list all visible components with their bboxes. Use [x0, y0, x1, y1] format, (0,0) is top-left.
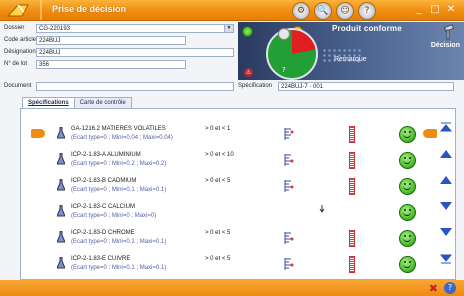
row-down-icon[interactable] — [440, 202, 452, 210]
dossier-value: CG-220193 — [39, 26, 71, 32]
gauge-icon — [284, 180, 294, 192]
first-row-icon[interactable] — [440, 122, 452, 132]
row-detail: (Ecart type=0 ; Mini=0.2 ; Maxi=0.2) — [71, 161, 167, 167]
row-name: ICP-2-1.83-A ALUMINIUM — [71, 152, 141, 158]
document-label: Document — [4, 83, 32, 89]
flask-icon — [57, 205, 65, 217]
specifications-panel: GA-1216.2 MATIERES VOLATILES (Ecart type… — [20, 108, 456, 280]
conform-smiley-icon — [399, 126, 416, 143]
row-detail: (Ecart type=0 ; Mini=0 ; Maxi=0) — [71, 213, 157, 219]
row-name: ICP-2-1.83-C CALCIUM — [71, 204, 136, 210]
flask-icon — [57, 153, 65, 165]
toolbar-icons: ⚙ 🔍 ☺ ? — [292, 2, 376, 20]
status-bar: ✖ ? — [0, 280, 464, 296]
unknown-status-label: ? — [282, 66, 286, 74]
title-bar: Prise de décision ⚙ 🔍 ☺ ? _ □ ✕ — [0, 0, 464, 21]
flask-icon — [57, 127, 65, 139]
result-bar — [349, 230, 355, 247]
row-name: GA-1216.2 MATIERES VOLATILES — [71, 126, 166, 132]
title-separator — [40, 0, 42, 20]
pointer-hand-icon — [31, 129, 45, 138]
help-button-icon[interactable]: ? — [444, 282, 456, 294]
last-row-icon[interactable] — [440, 254, 452, 264]
specification-field[interactable]: 224BUJ-7 · 001 — [278, 82, 454, 91]
remarque-label: Remarque — [334, 56, 367, 63]
minimize-button[interactable]: _ — [412, 3, 426, 16]
flask-icon — [57, 179, 65, 191]
window-title: Prise de décision — [52, 4, 127, 14]
pointer-hand-left-icon — [423, 129, 437, 138]
table-row[interactable]: ICP-2-1.83-D CHROME (Ecart type=0 ; Mini… — [21, 225, 455, 251]
settings-icon[interactable]: ⚙ — [292, 2, 310, 20]
flask-icon — [57, 257, 65, 269]
lot-label: N° de lot — [4, 61, 28, 67]
row-name: ICP-2-1.83-E CUIVRE — [71, 256, 131, 262]
page-up-icon[interactable] — [440, 150, 452, 158]
row-detail: (Ecart type=0 ; Mini=0.1 ; Maxi=0.1) — [71, 265, 167, 271]
gauge-icon — [284, 128, 294, 140]
dossier-label: Dossier — [4, 25, 25, 31]
table-row[interactable]: ICP-2-1.83-E CUIVRE (Ecart type=0 ; Mini… — [21, 251, 455, 277]
conform-smiley-icon — [399, 152, 416, 169]
row-up-icon[interactable] — [440, 176, 452, 184]
flask-icon — [57, 231, 65, 243]
dossier-combo[interactable]: CG-220193 ▼ — [36, 24, 234, 33]
conform-smiley-icon — [399, 204, 416, 221]
result-bar — [349, 126, 355, 143]
gavel-icon[interactable] — [440, 24, 456, 40]
gauge-icon — [284, 154, 294, 166]
row-detail: (Ecart type=0 ; Mini=0.04 ; Maxi=0.04) — [71, 135, 173, 141]
row-condition: > 0 et < 5 — [205, 178, 231, 184]
table-row[interactable]: GA-1216.2 MATIERES VOLATILES (Ecart type… — [21, 121, 455, 147]
page-down-icon[interactable] — [440, 228, 452, 236]
gauge-icon — [284, 258, 294, 270]
pie-indicator-icon — [278, 28, 290, 40]
code-article-label: Code article — [4, 37, 37, 43]
row-condition: > 0 et < 5 — [205, 230, 231, 236]
designation-field[interactable]: 224BUJ — [36, 48, 234, 57]
table-row[interactable]: ICP-2-1.83-C CALCIUM (Ecart type=0 ; Min… — [21, 199, 455, 225]
designation-label: Désignation — [4, 49, 36, 55]
row-navigation — [438, 118, 454, 268]
conform-smiley-icon — [399, 256, 416, 273]
lot-field[interactable]: 356 — [36, 60, 186, 69]
result-bar — [349, 178, 355, 195]
app-logo-icon — [6, 4, 29, 17]
conformity-pie-chart — [266, 28, 318, 80]
result-bar — [349, 152, 355, 169]
code-article-field[interactable]: 224BUJ — [36, 36, 186, 45]
decision-label[interactable]: Décision — [431, 42, 460, 49]
help-icon[interactable]: ? — [358, 2, 376, 20]
table-row[interactable]: ICP-2-1.83-B CADMIUM (Ecart type=0 ; Min… — [21, 173, 455, 199]
ok-status-icon — [242, 26, 253, 37]
gauge-icon — [284, 232, 294, 244]
row-condition: > 0 et < 1 — [205, 126, 231, 132]
conform-smiley-icon — [399, 178, 416, 195]
arrow-down-icon — [319, 205, 325, 213]
cancel-icon[interactable]: ✖ — [429, 282, 438, 295]
decision-window: Prise de décision ⚙ 🔍 ☺ ? _ □ ✕ Dossier … — [0, 0, 464, 296]
row-detail: (Ecart type=0 ; Mini=0.1 ; Maxi=0.1) — [71, 187, 167, 193]
table-row[interactable]: ICP-2-1.83-A ALUMINIUM (Ecart type=0 ; M… — [21, 147, 455, 173]
row-condition: > 0 et < 5 — [205, 256, 231, 262]
row-detail: (Ecart type=0 ; Mini=0.1 ; Maxi=0.1) — [71, 239, 167, 245]
result-bar — [349, 256, 355, 273]
row-condition: > 0 et < 10 — [205, 152, 234, 158]
decision-header: ⚠ ? Produit conforme Remarque Décision — [238, 22, 464, 80]
document-field[interactable] — [36, 82, 234, 91]
row-name: ICP-2-1.83-D CHROME — [71, 230, 135, 236]
user-icon[interactable]: ☺ — [336, 2, 354, 20]
chevron-down-icon[interactable]: ▼ — [224, 25, 233, 32]
search-icon[interactable]: 🔍 — [314, 2, 332, 20]
specification-label: Spécification — [238, 83, 273, 89]
row-name: ICP-2-1.83-B CADMIUM — [71, 178, 137, 184]
product-status-label: Produit conforme — [332, 24, 402, 33]
conform-smiley-icon — [399, 230, 416, 247]
restore-button[interactable]: □ — [428, 3, 442, 16]
close-button[interactable]: ✕ — [444, 3, 458, 16]
alert-icon: ⚠ — [244, 68, 253, 77]
